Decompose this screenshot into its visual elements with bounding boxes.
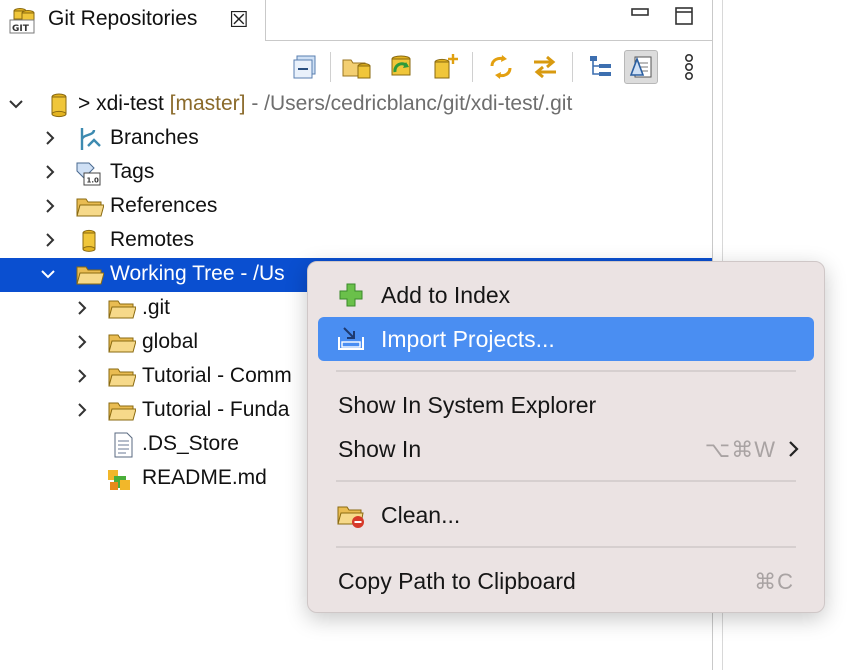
toolbar-separator (572, 52, 573, 82)
details-icon (629, 56, 652, 78)
link-with-selection-button[interactable] (484, 50, 518, 84)
menu-item-show-in-system-explorer[interactable]: Show In System Explorer (318, 383, 814, 427)
tree-label-child: .git (142, 296, 171, 319)
sync-arrows-icon (534, 55, 556, 79)
menu-item-copy-path[interactable]: Copy Path to Clipboard ⌘C (318, 559, 814, 603)
maximize-icon[interactable] (674, 6, 694, 26)
view-menu-button[interactable] (672, 50, 706, 84)
chevron-right-icon[interactable] (40, 229, 60, 251)
repository-path: - /Users/cedricblanc/git/xdi-test/.git (251, 92, 573, 115)
tree-layout-icon (590, 56, 611, 76)
menu-item-label: Show In (338, 436, 422, 462)
chevron-right-icon[interactable] (72, 297, 92, 319)
menu-item-add-to-index[interactable]: Add to Index (318, 273, 814, 317)
collapse-all-icon (293, 55, 316, 79)
chevron-right-icon[interactable] (72, 331, 92, 353)
more-options-icon (684, 53, 694, 80)
add-plus-icon (339, 283, 363, 307)
menu-item-shortcut: ⌘C (754, 569, 794, 594)
folder-repository-icon (342, 59, 371, 79)
folder-icon (76, 198, 104, 217)
view-toolbar (0, 44, 712, 88)
svg-text:1.0: 1.0 (87, 177, 100, 185)
git-repositories-tab[interactable]: GIT Git Repositories ☒ (0, 0, 266, 41)
clone-repository-button[interactable] (384, 50, 418, 84)
menu-separator (336, 546, 796, 548)
menu-separator (336, 480, 796, 482)
create-repository-button[interactable] (428, 50, 462, 84)
tree-label-references: References (110, 194, 218, 217)
menu-separator (336, 370, 796, 372)
toolbar-separator (330, 52, 331, 82)
chevron-down-icon[interactable] (38, 263, 58, 285)
tree-row-references[interactable]: References (0, 190, 712, 224)
repository-icon (51, 93, 67, 118)
tab-bar-divider (265, 40, 712, 41)
tree-row-branches[interactable]: Branches (0, 122, 712, 156)
submenu-chevron-icon (789, 441, 799, 457)
chevron-down-icon[interactable] (6, 93, 26, 115)
menu-item-label: Import Projects... (381, 326, 555, 352)
menu-item-label: Add to Index (381, 282, 511, 308)
tree-label-tags: Tags (110, 160, 155, 183)
menu-item-clean[interactable]: Clean... (318, 493, 814, 537)
svg-text:GIT: GIT (12, 24, 30, 34)
import-icon (338, 327, 364, 350)
tags-icon: 1.0 (76, 162, 101, 186)
branches-icon (80, 128, 101, 150)
view-tab-bar: GIT Git Repositories ☒ (0, 0, 712, 44)
tree-label-branches: Branches (110, 126, 199, 149)
tree-row-repository[interactable]: > xdi-test [master] - /Users/cedricblanc… (0, 88, 712, 122)
show-details-button[interactable] (624, 50, 658, 84)
git-repositories-icon: GIT (9, 8, 35, 34)
close-icon[interactable]: ☒ (229, 7, 249, 33)
tree-label-child: Tutorial - Comm (142, 364, 292, 387)
menu-item-label: Clean... (381, 502, 461, 528)
tree-label-remotes: Remotes (110, 228, 195, 251)
link-with-selection-icon (490, 55, 512, 79)
tree-label-child: global (142, 330, 199, 353)
tree-label-child: .DS_Store (142, 432, 239, 455)
menu-item-import-projects[interactable]: Import Projects... (318, 317, 814, 361)
remotes-icon (82, 229, 96, 252)
toolbar-separator (472, 52, 473, 82)
new-repository-icon (434, 54, 458, 79)
collapse-all-button[interactable] (288, 50, 322, 84)
tree-label-child: Tutorial - Funda (142, 398, 290, 421)
folder-open-icon (108, 402, 136, 421)
text-file-icon (114, 432, 133, 458)
folder-open-icon (108, 300, 136, 319)
add-existing-repository-button[interactable] (340, 50, 374, 84)
tree-row-remotes[interactable]: Remotes (0, 224, 712, 258)
tab-title: Git Repositories (48, 7, 198, 30)
chevron-right-icon[interactable] (40, 195, 60, 217)
hierarchical-layout-button[interactable] (584, 50, 618, 84)
clone-repository-icon (391, 55, 411, 76)
menu-item-shortcut: ⌥⌘W (704, 437, 776, 462)
chevron-right-icon[interactable] (40, 127, 60, 149)
synchronize-button[interactable] (528, 50, 562, 84)
chevron-right-icon[interactable] (40, 161, 60, 183)
folder-open-icon (76, 266, 104, 285)
repository-prefix: > (78, 92, 91, 115)
repository-branch: [master] (169, 92, 246, 115)
chevron-right-icon[interactable] (72, 399, 92, 421)
tree-label-working-tree: Working Tree - /Us (110, 262, 285, 285)
menu-item-label: Show In System Explorer (338, 392, 597, 418)
folder-open-icon (108, 334, 136, 353)
menu-item-show-in[interactable]: Show In ⌥⌘W (318, 427, 814, 471)
folder-remove-icon (337, 506, 364, 528)
markdown-file-icon (108, 470, 130, 490)
minimize-icon[interactable] (630, 6, 650, 26)
repository-name: xdi-test (96, 92, 164, 115)
tree-label-child: README.md (142, 466, 267, 489)
tree-row-tags[interactable]: 1.0 Tags (0, 156, 712, 190)
menu-item-label: Copy Path to Clipboard (338, 568, 576, 594)
context-menu: Add to Index Import Projects... Show In … (307, 261, 825, 613)
folder-open-icon (108, 368, 136, 387)
chevron-right-icon[interactable] (72, 365, 92, 387)
